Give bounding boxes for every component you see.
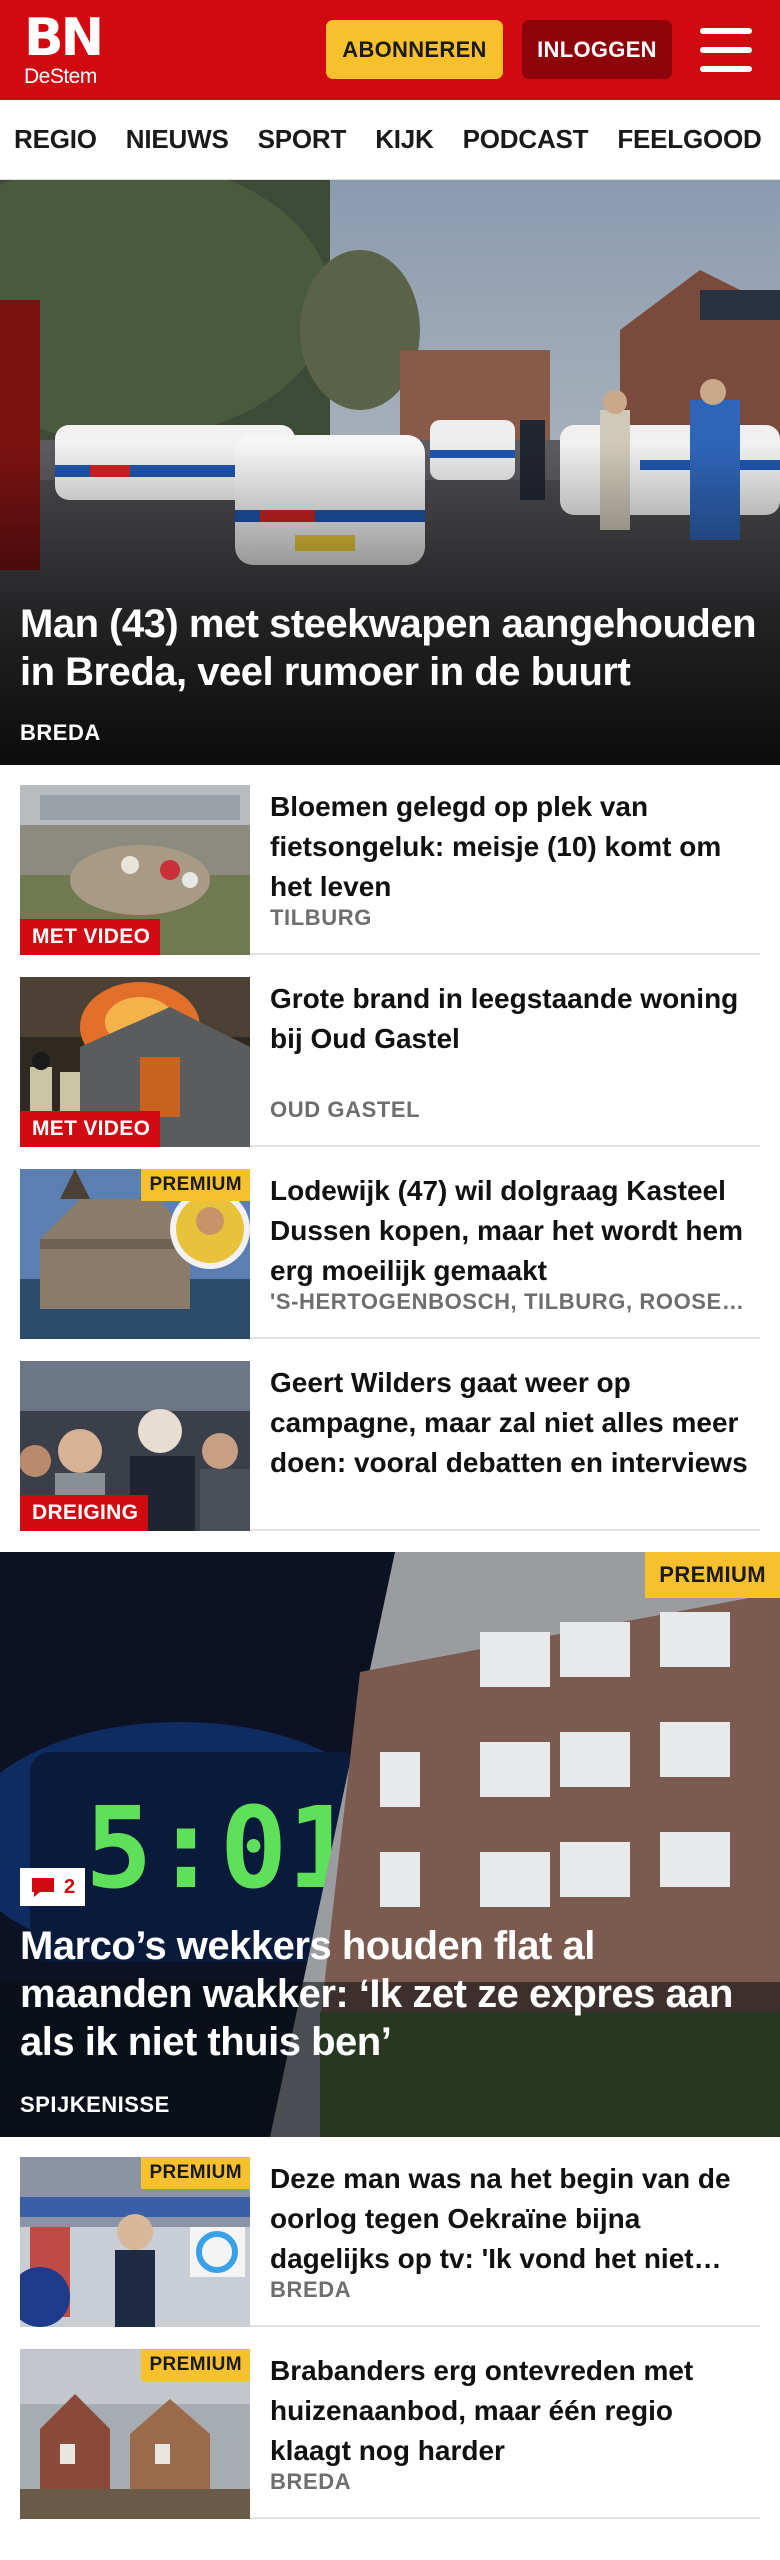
menu-icon-bar: [700, 66, 752, 72]
article-location: BREDA: [270, 2277, 352, 2302]
article-location: 'S-HERTOGENBOSCH, TILBURG, ROOSENDAAL: [270, 1289, 760, 1314]
nav-item-kijk[interactable]: KIJK: [375, 124, 434, 155]
page: BN DeStem ABONNEREN INLOGGEN REGIO NIEUW…: [0, 0, 780, 2560]
article-thumbnail: MET VIDEO: [20, 977, 250, 1147]
nav-item-nieuws[interactable]: NIEUWS: [126, 124, 229, 155]
logo-main: BN: [24, 8, 104, 68]
feature-location: SPIJKENISSE: [20, 2092, 170, 2117]
clock-digits: 5:01: [85, 1784, 355, 1914]
site-header: BN DeStem ABONNEREN INLOGGEN: [0, 0, 780, 100]
nav-item-feelgood[interactable]: FEELGOOD: [617, 124, 761, 155]
menu-icon-bar: [700, 28, 752, 34]
comment-icon: [32, 1878, 54, 1897]
login-button[interactable]: INLOGGEN: [522, 20, 672, 79]
list-item[interactable]: MET VIDEO Bloemen gelegd op plek van fie…: [20, 765, 760, 955]
premium-badge: PREMIUM: [141, 2349, 250, 2381]
video-label: MET VIDEO: [20, 1111, 161, 1147]
article-location: TILBURG: [270, 905, 372, 930]
comment-count: 2: [64, 1875, 76, 1898]
menu-icon-bar: [700, 47, 752, 53]
article-title[interactable]: Brabanders erg ontevreden met huizenaanb…: [270, 2351, 760, 2471]
premium-badge: PREMIUM: [645, 1552, 780, 1598]
article-thumbnail: PREMIUM: [20, 2349, 250, 2519]
menu-icon[interactable]: [700, 28, 752, 72]
article-location: OUD GASTEL: [270, 1097, 421, 1122]
article-location: BREDA: [270, 2469, 352, 2494]
list-item[interactable]: DREIGING Geert Wilders gaat weer op camp…: [20, 1341, 760, 1531]
comment-count-badge[interactable]: 2: [20, 1868, 86, 1906]
subscribe-button[interactable]: ABONNEREN: [326, 20, 503, 79]
article-title[interactable]: Geert Wilders gaat weer op campagne, maa…: [270, 1363, 760, 1483]
list-item[interactable]: PREMIUM Lodewijk (47) wil dolgraag Kaste…: [20, 1149, 760, 1339]
nav-item-regio[interactable]: REGIO: [14, 124, 97, 155]
premium-badge: PREMIUM: [141, 1169, 250, 1201]
article-thumbnail: PREMIUM: [20, 1169, 250, 1339]
premium-badge: PREMIUM: [141, 2157, 250, 2189]
hero-location: BREDA: [20, 720, 101, 745]
logo-sub: DeStem: [24, 65, 97, 88]
article-thumbnail: DREIGING: [20, 1361, 250, 1531]
article-title[interactable]: Lodewijk (47) wil dolgraag Kasteel Dusse…: [270, 1171, 760, 1291]
video-label: MET VIDEO: [20, 919, 161, 955]
section-nav: REGIO NIEUWS SPORT KIJK PODCAST FEELGOOD: [0, 100, 780, 180]
feature-article[interactable]: 5:01 PREMIUM 2 Marco’s wekkers houden fl…: [0, 1552, 780, 2137]
article-thumbnail: MET VIDEO: [20, 785, 250, 955]
article-title[interactable]: Bloemen gelegd op plek van fietsongeluk:…: [270, 787, 760, 907]
list-item[interactable]: PREMIUM Deze man was na het begin van de…: [20, 2137, 760, 2327]
site-logo[interactable]: BN DeStem: [24, 12, 134, 90]
nav-item-sport[interactable]: SPORT: [258, 124, 347, 155]
article-thumbnail: PREMIUM: [20, 2157, 250, 2327]
article-title[interactable]: Deze man was na het begin van de oorlog …: [270, 2159, 760, 2279]
nav-item-podcast[interactable]: PODCAST: [463, 124, 589, 155]
list-item[interactable]: MET VIDEO Grote brand in leegstaande won…: [20, 957, 760, 1147]
feature-title[interactable]: Marco’s wekkers houden flat al maanden w…: [20, 1922, 770, 2066]
category-label: DREIGING: [20, 1495, 149, 1531]
article-title[interactable]: Grote brand in leegstaande woning bij Ou…: [270, 979, 760, 1059]
hero-article[interactable]: Man (43) met steekwapen aangehouden in B…: [0, 180, 780, 765]
hero-title[interactable]: Man (43) met steekwapen aangehouden in B…: [20, 600, 760, 696]
list-item[interactable]: PREMIUM Brabanders erg ontevreden met hu…: [20, 2329, 760, 2519]
